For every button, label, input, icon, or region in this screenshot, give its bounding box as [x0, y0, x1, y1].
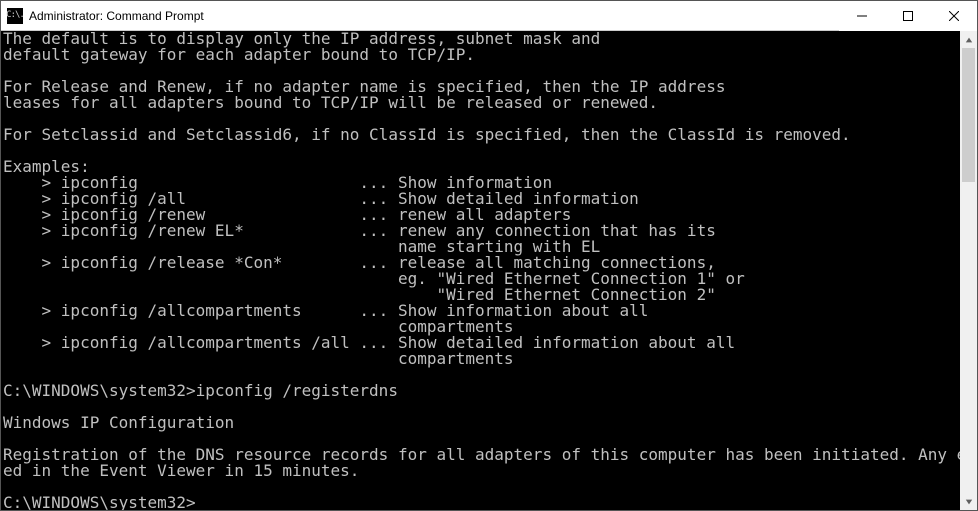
maximize-icon: [903, 11, 913, 21]
maximize-button[interactable]: [885, 1, 931, 31]
client-area: The default is to display only the IP ad…: [1, 31, 977, 510]
terminal-output[interactable]: The default is to display only the IP ad…: [1, 31, 960, 510]
chevron-down-icon: [965, 498, 973, 506]
scrollbar-track[interactable]: [960, 48, 977, 493]
scroll-up-button[interactable]: [960, 31, 977, 48]
titlebar[interactable]: C:\. Administrator: Command Prompt: [1, 1, 977, 31]
window-title: Administrator: Command Prompt: [29, 9, 204, 23]
close-button[interactable]: [931, 1, 977, 31]
command-prompt-window: C:\. Administrator: Command Prompt The d…: [0, 0, 978, 511]
chevron-up-icon: [965, 36, 973, 44]
cmd-icon: C:\.: [7, 8, 23, 24]
minimize-icon: [857, 11, 867, 21]
minimize-button[interactable]: [839, 1, 885, 31]
scroll-down-button[interactable]: [960, 493, 977, 510]
close-icon: [949, 11, 959, 21]
scrollbar-thumb[interactable]: [962, 48, 975, 182]
vertical-scrollbar[interactable]: [960, 31, 977, 510]
